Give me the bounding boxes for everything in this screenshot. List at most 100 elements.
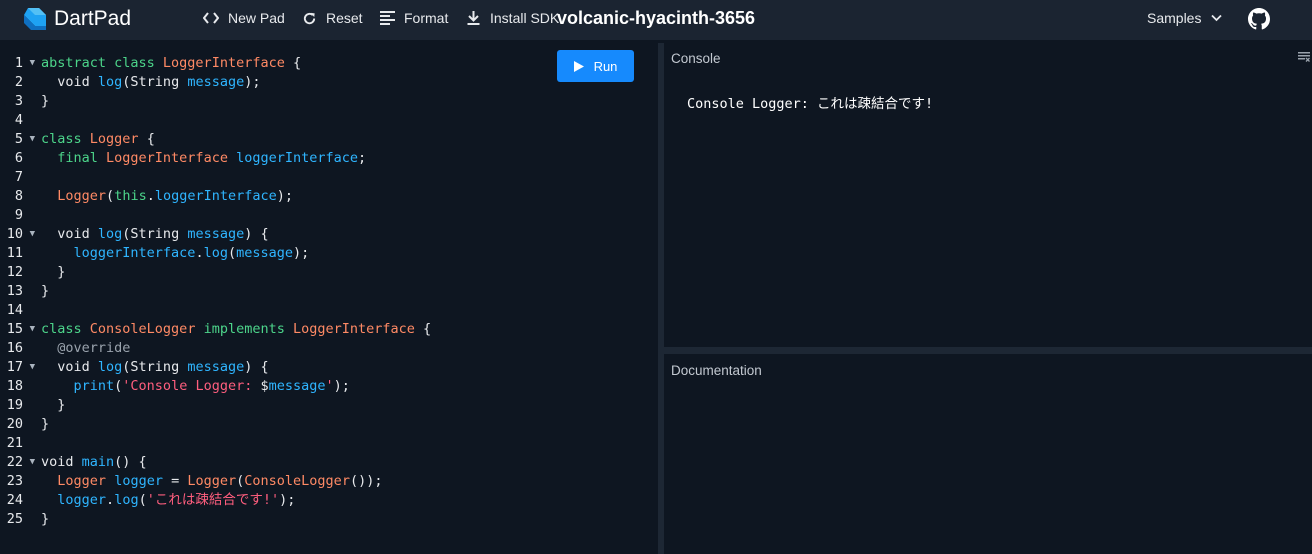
reset-label: Reset [326, 10, 363, 26]
format-button[interactable]: Format [380, 10, 448, 26]
code-token: loggerInterface [236, 150, 359, 166]
code-token: ConsoleLogger [89, 321, 196, 337]
download-icon [467, 10, 480, 25]
code-token: LoggerInterface [162, 55, 285, 71]
line-number-text: 4 [14, 112, 23, 128]
documentation-label: Documentation [671, 363, 762, 378]
line-number-text: 21 [6, 435, 23, 451]
samples-dropdown[interactable]: Samples [1147, 10, 1223, 26]
line-number-text: 13 [6, 283, 23, 299]
line-number: 12 [0, 263, 40, 282]
code-icon [203, 12, 219, 24]
code-line: final LoggerInterface loggerInterface; [41, 149, 431, 168]
code-line: class Logger { [41, 130, 431, 149]
code-token: final [41, 150, 107, 166]
code-token: ( [227, 245, 237, 261]
code-area[interactable]: abstract class LoggerInterface { void lo… [41, 54, 431, 529]
code-token: Logger [57, 473, 107, 489]
code-token: ' [325, 378, 334, 394]
code-token: LoggerInterface [293, 321, 415, 337]
console-label: Console [671, 51, 721, 66]
line-number: 11 [0, 244, 40, 263]
code-token: ConsoleLogger [244, 473, 350, 489]
code-token: ( [106, 188, 115, 204]
code-token: LoggerInterface [106, 150, 228, 166]
line-number-text: 24 [6, 492, 23, 508]
code-token: (String [122, 226, 188, 242]
line-number: 16 [0, 339, 40, 358]
line-number: 21 [0, 434, 40, 453]
code-token: 'Console Logger: [122, 378, 261, 394]
code-token: Logger [187, 473, 237, 489]
reset-button[interactable]: Reset [302, 10, 363, 26]
new-pad-button[interactable]: New Pad [203, 10, 285, 26]
code-line: void log(String message); [41, 73, 431, 92]
code-token: ) { [244, 226, 269, 242]
code-token: logger [114, 473, 163, 489]
code-token: = [162, 473, 188, 489]
clear-console-icon[interactable] [1298, 52, 1310, 62]
top-bar: DartPad New Pad Reset Format Install SDK… [0, 0, 1312, 40]
fold-arrow-icon[interactable]: ▼ [30, 453, 35, 472]
code-line: class ConsoleLogger implements LoggerInt… [41, 320, 431, 339]
horizontal-splitter[interactable] [664, 347, 1312, 354]
line-number: 7 [0, 168, 40, 187]
dart-logo-icon [24, 8, 46, 30]
line-number: 13 [0, 282, 40, 301]
code-token: ); [276, 188, 294, 204]
line-number-text: 22 [6, 454, 23, 470]
code-token: { [414, 321, 432, 337]
line-number: 6 [0, 149, 40, 168]
code-token: class [41, 131, 90, 147]
run-button[interactable]: Run [557, 50, 634, 82]
code-token: void [41, 226, 98, 242]
code-token: void [41, 74, 98, 90]
fold-arrow-icon[interactable]: ▼ [30, 225, 35, 244]
line-number-text: 8 [14, 188, 23, 204]
code-token: (String [122, 359, 188, 375]
code-token: . [195, 245, 204, 261]
code-editor[interactable]: 1 ▼ 2 3 4 5 ▼ 6 7 8 9 10 ▼ 11 12 13 14 15 ▼ 16 17 ▼ 18 19 20 21 22… [0, 43, 658, 554]
code-line: void log(String message) { [41, 225, 431, 244]
documentation-panel: Documentation [664, 354, 1312, 554]
code-token: } [41, 264, 66, 280]
line-number-text: 1 [14, 55, 23, 71]
fold-arrow-icon[interactable]: ▼ [30, 130, 35, 149]
new-pad-label: New Pad [228, 10, 285, 26]
code-line: loggerInterface.log(message); [41, 244, 431, 263]
code-token: { [138, 131, 155, 147]
code-token: log [97, 359, 123, 375]
code-line: Logger logger = Logger(ConsoleLogger()); [41, 472, 431, 491]
line-number-text: 3 [14, 93, 23, 109]
code-token: logger [57, 492, 107, 508]
line-number-text: 19 [6, 397, 23, 413]
fold-arrow-icon[interactable]: ▼ [30, 320, 35, 339]
code-token: log [97, 74, 123, 90]
code-line: } [41, 415, 431, 434]
code-token: message [187, 359, 245, 375]
line-number: 20 [0, 415, 40, 434]
code-token: loggerInterface [73, 245, 196, 261]
line-number: 1 ▼ [0, 54, 40, 73]
install-sdk-button[interactable]: Install SDK [466, 10, 559, 26]
line-number-text: 23 [6, 473, 23, 489]
code-token: message [187, 74, 245, 90]
code-token: void [41, 359, 98, 375]
fold-arrow-icon[interactable]: ▼ [30, 358, 35, 377]
line-number-gutter: 1 ▼ 2 3 4 5 ▼ 6 7 8 9 10 ▼ 11 12 13 14 15 ▼ 16 17 ▼ 18 19 20 21 22… [0, 54, 40, 529]
github-icon[interactable] [1248, 8, 1270, 30]
line-number: 19 [0, 396, 40, 415]
code-token: log [203, 245, 228, 261]
code-token: { [284, 55, 302, 71]
code-token: } [41, 416, 50, 432]
console-panel: Console Console Logger: これは疎結合です! [664, 43, 1312, 347]
line-number: 10 ▼ [0, 225, 40, 244]
fold-arrow-icon[interactable]: ▼ [30, 54, 35, 73]
line-number-text: 9 [14, 207, 23, 223]
code-token: loggerInterface [154, 188, 277, 204]
code-token: ; [358, 150, 367, 166]
